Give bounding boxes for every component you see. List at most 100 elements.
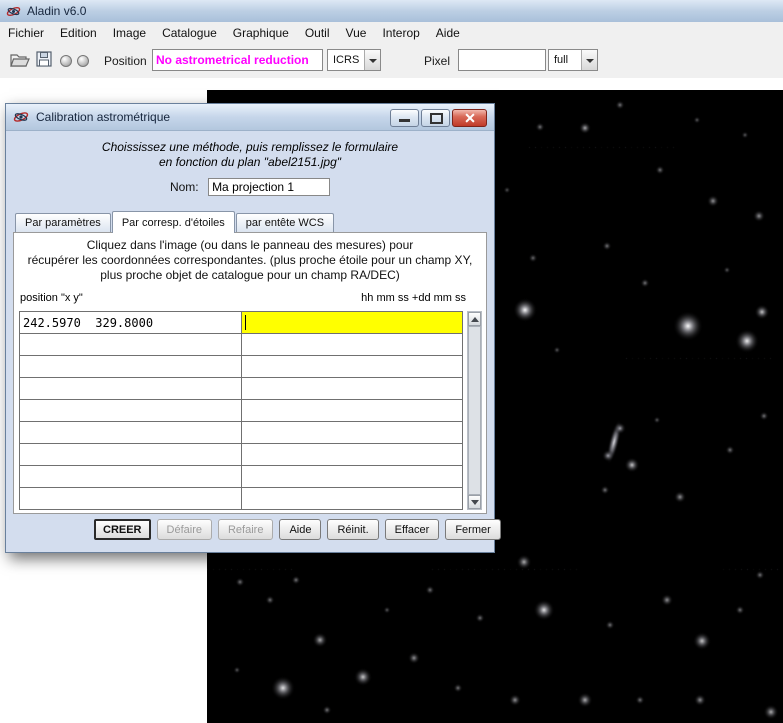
xy-cell[interactable] — [19, 443, 242, 466]
table-row — [19, 399, 463, 422]
table-row — [19, 355, 463, 378]
radec-cell[interactable] — [241, 443, 463, 466]
column-headers: position "x y" hh mm ss +dd mm ss — [20, 292, 466, 304]
defaire-button[interactable]: Défaire — [156, 519, 212, 540]
menu-graphique[interactable]: Graphique — [225, 23, 297, 43]
table-row — [19, 443, 463, 466]
xy-cell[interactable] — [19, 487, 242, 510]
xy-cell[interactable] — [19, 377, 242, 400]
menu-edition[interactable]: Edition — [52, 23, 105, 43]
radec-cell[interactable] — [241, 355, 463, 378]
position-field[interactable] — [152, 49, 323, 71]
reinit-button[interactable]: Réinit. — [327, 519, 379, 540]
calibration-dialog: Calibration astrométrique Choississez un… — [5, 103, 501, 554]
frame-select-value: ICRS — [333, 54, 360, 66]
creer-button[interactable]: CREER — [94, 519, 151, 540]
instruction-line-2: récupérer les coordonnées correspondante… — [27, 253, 473, 267]
menubar: Fichier Edition Image Catalogue Graphiqu… — [0, 22, 783, 44]
open-file-button[interactable] — [10, 52, 30, 71]
refaire-button[interactable]: Refaire — [217, 519, 274, 540]
position-label: Position — [104, 54, 147, 68]
zoom-select[interactable]: full — [548, 49, 598, 71]
xy-cell[interactable] — [19, 355, 242, 378]
radec-cell[interactable] — [241, 333, 463, 356]
dialog-buttons: CREER Défaire Refaire Aide Réinit. Effac… — [94, 519, 501, 540]
xy-cell[interactable] — [19, 399, 242, 422]
name-label: Nom: — [169, 180, 199, 195]
radec-cell[interactable] — [241, 421, 463, 444]
radec-cell-active[interactable] — [241, 311, 463, 334]
xy-cell[interactable] — [19, 333, 242, 356]
effacer-button[interactable]: Effacer — [384, 519, 440, 540]
pixel-label: Pixel — [424, 54, 451, 68]
xy-cell[interactable] — [19, 421, 242, 444]
grey-ball-button-1[interactable] — [60, 55, 72, 67]
text-caret — [245, 315, 246, 330]
radec-cell[interactable] — [241, 377, 463, 400]
save-button[interactable] — [36, 51, 52, 70]
floppy-disk-icon — [36, 51, 52, 67]
window-titlebar[interactable]: Aladin v6.0 — [0, 0, 783, 23]
radec-cell[interactable] — [241, 399, 463, 422]
fermer-button[interactable]: Fermer — [445, 519, 501, 540]
xy-column-header: position "x y" — [20, 292, 83, 304]
maximize-button[interactable] — [421, 109, 450, 127]
window-controls — [390, 109, 487, 127]
aide-button[interactable]: Aide — [279, 519, 322, 540]
frame-select[interactable]: ICRS — [327, 49, 381, 71]
scroll-up-icon[interactable] — [468, 312, 481, 326]
dialog-title: Calibration astrométrique — [36, 110, 171, 124]
radec-column-header: hh mm ss +dd mm ss — [361, 292, 466, 304]
table-row — [19, 333, 463, 356]
xy-cell[interactable] — [19, 311, 242, 334]
tab-par-corresp-etoiles[interactable]: Par corresp. d'étoiles — [111, 211, 235, 233]
aladin-window: Aladin v6.0 Fichier Edition Image Catalo… — [0, 0, 783, 723]
aladin-logo-icon — [13, 112, 29, 122]
open-folder-icon — [10, 54, 30, 67]
instruction-line-3: plus proche objet de catalogue pour un c… — [100, 268, 400, 282]
coordinate-table — [19, 311, 463, 510]
main-content: Calibration astrométrique Choississez un… — [0, 78, 783, 723]
menu-aide[interactable]: Aide — [428, 23, 468, 43]
chevron-down-icon — [364, 50, 380, 70]
scroll-down-icon[interactable] — [468, 495, 481, 509]
table-scrollbar[interactable] — [467, 311, 482, 510]
instruction-line-1: Cliquez dans l'image (ou dans le panneau… — [86, 238, 414, 252]
table-row — [19, 421, 463, 444]
name-field[interactable] — [208, 178, 331, 196]
toolbar: Position ICRS Pixel full — [0, 43, 783, 79]
xy-cell[interactable] — [19, 465, 242, 488]
aladin-logo-icon — [6, 6, 21, 16]
menu-catalogue[interactable]: Catalogue — [154, 23, 225, 43]
table-row — [19, 487, 463, 510]
menu-fichier[interactable]: Fichier — [0, 23, 52, 43]
intro-line-2: en fonction du plan "abel2151.jpg" — [159, 155, 341, 169]
close-button[interactable] — [452, 109, 487, 127]
table-row — [19, 311, 463, 334]
grey-ball-button-2[interactable] — [77, 55, 89, 67]
name-row: Nom: — [6, 178, 494, 196]
table-row — [19, 465, 463, 488]
menu-image[interactable]: Image — [105, 23, 154, 43]
tab-par-parametres[interactable]: Par paramètres — [15, 213, 111, 232]
active-cell-wrap — [241, 311, 463, 334]
zoom-select-value: full — [554, 54, 569, 66]
tab-par-entete-wcs[interactable]: par entête WCS — [235, 213, 335, 232]
window-title: Aladin v6.0 — [27, 4, 87, 18]
menu-vue[interactable]: Vue — [338, 23, 375, 43]
instructions: Cliquez dans l'image (ou dans le panneau… — [14, 238, 486, 283]
menu-interop[interactable]: Interop — [374, 23, 427, 43]
dialog-body: Choississez une méthode, puis remplissez… — [6, 131, 501, 554]
radec-cell[interactable] — [241, 465, 463, 488]
table-row — [19, 377, 463, 400]
chevron-down-icon — [581, 50, 597, 70]
radec-cell[interactable] — [241, 487, 463, 510]
pixel-field[interactable] — [458, 49, 546, 71]
minimize-button[interactable] — [390, 109, 419, 127]
intro-line-1: Choississez une méthode, puis remplissez… — [101, 140, 399, 154]
tab-bar: Par paramètres Par corresp. d'étoiles pa… — [15, 210, 335, 233]
dialog-titlebar[interactable]: Calibration astrométrique — [6, 104, 494, 131]
tab-panel: Cliquez dans l'image (ou dans le panneau… — [13, 232, 487, 514]
scrollbar-thumb[interactable] — [468, 326, 481, 495]
menu-outil[interactable]: Outil — [297, 23, 338, 43]
